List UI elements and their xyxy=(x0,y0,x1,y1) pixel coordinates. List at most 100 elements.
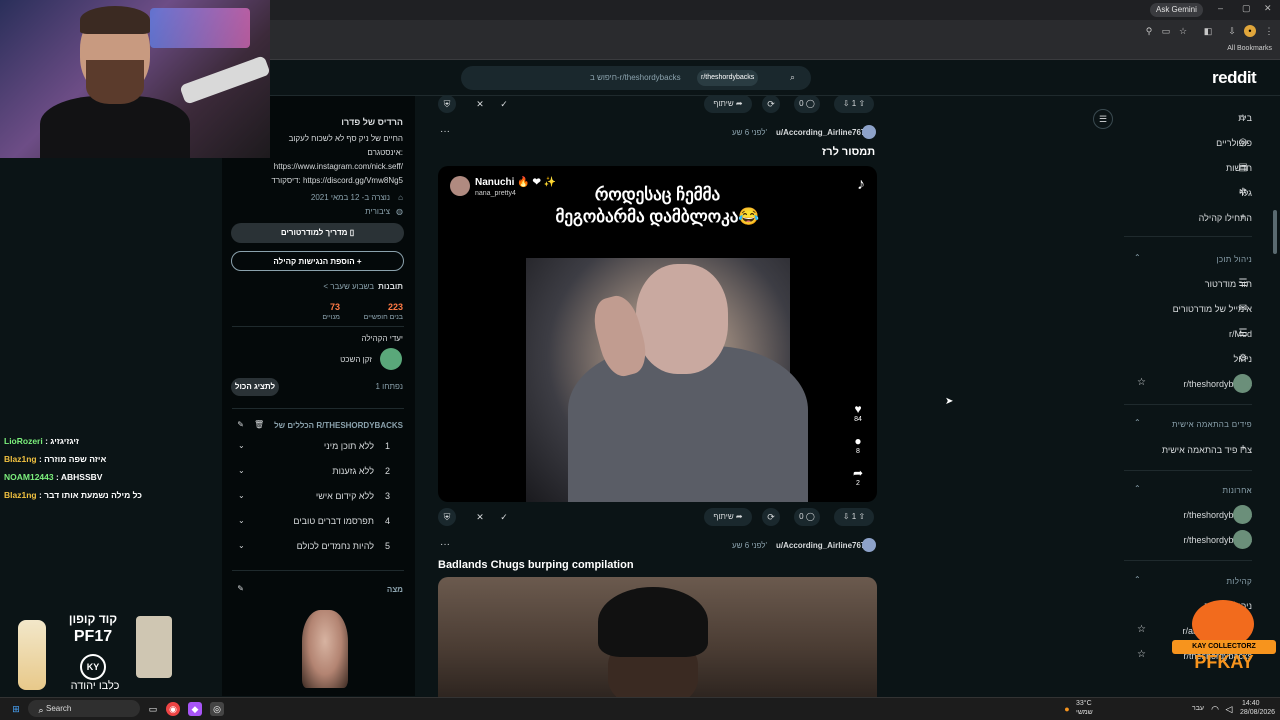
divider xyxy=(1124,404,1252,405)
shield-icon[interactable]: ⛨ xyxy=(438,508,456,526)
shield-icon[interactable]: ⛨ xyxy=(438,95,456,113)
remove-icon[interactable]: ✕ xyxy=(471,508,489,526)
app-icon[interactable]: ◆ xyxy=(188,702,202,716)
bookmark-star-icon[interactable]: ☆ xyxy=(1177,25,1189,37)
post-menu-icon[interactable]: ··· xyxy=(440,126,450,137)
comments-button[interactable]: 0 ◯ xyxy=(794,508,820,526)
rule-row[interactable]: 3 ללא קידום אישי ⌄ xyxy=(232,489,404,507)
search-community-chip[interactable]: r/theshordybacks xyxy=(697,70,759,86)
profile-avatar[interactable]: • xyxy=(1244,25,1256,37)
app-icon[interactable]: ◎ xyxy=(210,702,224,716)
queue-icon: ☰ xyxy=(1238,278,1248,289)
chevron-down-icon[interactable]: ⌄ xyxy=(238,491,245,500)
chrome-icon[interactable]: ◉ xyxy=(166,702,180,716)
rule-number: 2 xyxy=(384,466,390,476)
volume-icon[interactable]: ◁ xyxy=(1222,702,1236,716)
rule-row[interactable]: 1 ללא תוכן מיני ⌄ xyxy=(232,439,404,457)
post-title[interactable]: תמסור לרז xyxy=(822,146,875,158)
comments-button[interactable]: 0 ◯ xyxy=(794,95,820,113)
shares-count: 2 xyxy=(856,480,860,487)
post-author[interactable]: u/According_Airline767 xyxy=(776,541,865,550)
extensions-icon[interactable]: ◧ xyxy=(1202,25,1214,37)
language-indicator[interactable]: עבר xyxy=(1192,705,1204,712)
weather-desc[interactable]: שמשי xyxy=(1076,709,1093,716)
divider xyxy=(1124,560,1252,561)
rule-row[interactable]: 5 להיות נחמדים לכולם ⌄ xyxy=(232,539,404,557)
clock-date[interactable]: 28/08/2026 xyxy=(1240,709,1275,716)
settings-icon: ⚙ xyxy=(1238,353,1248,364)
edit-icon[interactable]: ✎ xyxy=(234,420,244,429)
close-icon[interactable]: ✕ xyxy=(1264,3,1272,14)
post-video[interactable]: Nanuchi 🔥 ❤ ✨ nana_pretty4 ♪ როდესაც ჩემ… xyxy=(438,166,877,502)
chevron-down-icon[interactable]: ⌄ xyxy=(238,466,245,475)
edit-icon[interactable]: ✎ xyxy=(234,584,244,593)
instagram-link[interactable]: https://www.instagram.com/nick.seff/ xyxy=(274,162,403,171)
search-icon: ⌕ xyxy=(38,705,44,715)
insights-period[interactable]: < בשבוע שעבר xyxy=(323,282,374,291)
star-icon[interactable]: ☆ xyxy=(1137,649,1146,660)
chevron-up-icon[interactable]: ⌃ xyxy=(1134,575,1141,584)
star-icon[interactable]: ☆ xyxy=(1137,624,1146,635)
all-bookmarks-link[interactable]: All Bookmarks xyxy=(1227,45,1272,52)
moderator-avatar[interactable] xyxy=(380,348,402,370)
crosspost-icon[interactable]: ⟳ xyxy=(762,508,780,526)
approve-icon[interactable]: ✓ xyxy=(495,95,513,113)
reddit-logo[interactable]: reddit xyxy=(1212,68,1257,88)
discord-link[interactable]: דיסקורד: https://discord.gg/Vmw8Ng5 xyxy=(271,176,403,185)
stat-visitors-label: בנים חופשיים xyxy=(363,314,403,321)
star-icon[interactable]: ☆ xyxy=(1137,377,1146,388)
post-author[interactable]: u/According_Airline767 xyxy=(776,128,865,137)
rule-row[interactable]: 4 תפרסמו דברים טובים ⌄ xyxy=(232,514,404,532)
chevron-up-icon[interactable]: ⌃ xyxy=(1134,253,1141,262)
search-icon[interactable]: ⌕ xyxy=(790,72,795,83)
author-avatar[interactable] xyxy=(862,125,876,139)
approve-icon[interactable]: ✓ xyxy=(495,508,513,526)
show-all-button[interactable]: לתציג הכול xyxy=(231,378,279,396)
community-goals-label: יעדי הקהילה xyxy=(361,334,403,343)
windows-start-icon[interactable]: ⊞ xyxy=(9,702,23,716)
maximize-icon[interactable]: ▢ xyxy=(1242,3,1251,14)
divider xyxy=(1124,236,1252,237)
share-button[interactable]: שיתוף ➦ xyxy=(704,95,752,113)
post-title[interactable]: Badlands Chugs burping compilation xyxy=(438,559,634,571)
vote-button[interactable]: ⇩ 1 ⇧ xyxy=(834,508,874,526)
share-button[interactable]: שיתוף ➦ xyxy=(704,508,752,526)
insights-label: תובנות xyxy=(378,282,403,291)
post-menu-icon[interactable]: ··· xyxy=(440,539,450,550)
browser-menu-icon[interactable]: ⋮ xyxy=(1263,25,1275,37)
chevron-down-icon[interactable]: ⌄ xyxy=(238,441,245,450)
remove-icon[interactable]: ✕ xyxy=(471,95,489,113)
video-person-head xyxy=(636,264,728,374)
add-widget-button[interactable]: הוספת הנגישות קהילה + xyxy=(231,251,404,271)
weather-icon[interactable]: ● xyxy=(1060,702,1074,716)
rule-row[interactable]: 2 ללא גזענות ⌄ xyxy=(232,464,404,482)
ask-gemini-button[interactable]: Ask Gemini xyxy=(1150,3,1203,17)
mail-icon: ✉ xyxy=(1238,303,1248,314)
author-avatar[interactable] xyxy=(862,538,876,552)
chevron-up-icon[interactable]: ⌃ xyxy=(1134,484,1141,493)
vote-button[interactable]: ⇩ 1 ⇧ xyxy=(834,95,874,113)
mod-guide-button[interactable]: מדריך למודרטורים ▯ xyxy=(231,223,404,243)
zoom-icon[interactable]: ⚲ xyxy=(1143,25,1155,37)
moderator-name[interactable]: זקן השכט xyxy=(340,355,372,364)
post-actions: ⛨ ✕ ✓ שיתוף ➦ ⟳ 0 ◯ ⇩ 1 ⇧ xyxy=(438,508,878,526)
chevron-down-icon[interactable]: ⌄ xyxy=(238,541,245,550)
chevron-up-icon[interactable]: ⌃ xyxy=(1134,418,1141,427)
wifi-icon[interactable]: ◠ xyxy=(1208,702,1222,716)
clock-time[interactable]: 14:40 xyxy=(1242,700,1260,707)
downloads-icon[interactable]: ⇩ xyxy=(1226,25,1238,37)
delete-icon[interactable]: 🗑 xyxy=(254,420,264,429)
promo-subtitle: כלבו יהודה xyxy=(70,680,120,692)
minimize-icon[interactable]: – xyxy=(1218,3,1223,13)
brand-logo: KAY COLLECTORZ PFKAY xyxy=(1168,600,1278,690)
rule-text: להיות נחמדים לכולם xyxy=(296,541,374,551)
chevron-down-icon[interactable]: ⌄ xyxy=(238,516,245,525)
visibility-label: ציבורית xyxy=(365,207,390,216)
weather-temp[interactable]: 33°C xyxy=(1076,700,1092,707)
task-view-icon[interactable]: ▭ xyxy=(146,702,160,716)
scrollbar[interactable] xyxy=(1273,210,1277,254)
post-video[interactable] xyxy=(438,577,877,697)
cast-icon[interactable]: ▭ xyxy=(1160,25,1172,37)
crosspost-icon[interactable]: ⟳ xyxy=(762,95,780,113)
sidebar-toggle-icon[interactable]: ☰ xyxy=(1093,109,1113,129)
